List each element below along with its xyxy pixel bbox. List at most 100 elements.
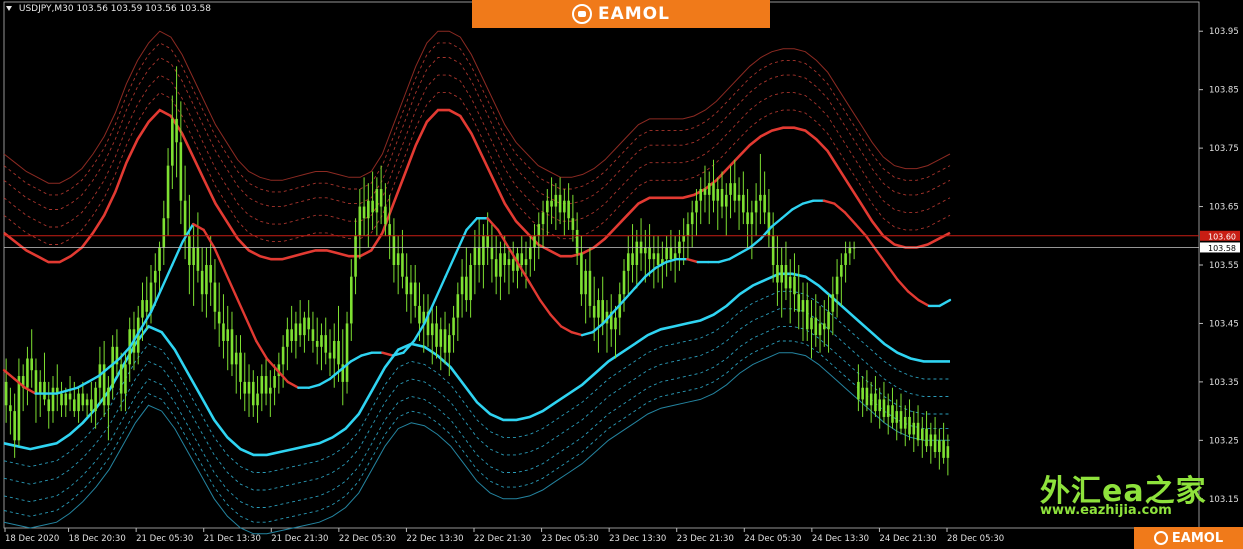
candle-body-183: [784, 265, 788, 289]
price-axis: 103.15 103.25 103.35 103.45 103.55 103.65 103.…: [1199, 27, 1240, 505]
candle-body-95: [409, 282, 413, 295]
candle-body-81: [349, 276, 353, 324]
candle-body-130: [558, 194, 562, 213]
candle-body-6: [30, 358, 33, 371]
candle-body-32: [141, 300, 144, 318]
candle-body-156: [669, 247, 673, 260]
candle-body-193: [827, 311, 830, 330]
candle-body-159: [682, 235, 685, 242]
symbol-label: USDJPY,M30: [18, 4, 74, 14]
y-tick-label-4: 103.55: [1209, 261, 1239, 271]
candle-body-25: [111, 346, 114, 388]
candle-body-208: [891, 405, 894, 423]
candle-body-180: [771, 235, 775, 265]
candle-body-197: [844, 253, 847, 265]
candle-body-93: [401, 253, 404, 277]
candle-body-54: [234, 352, 238, 365]
candle-body-124: [533, 235, 536, 248]
chart-plot-area: [3, 1, 1200, 529]
watermark-brand-badge: EAMOL: [1134, 527, 1243, 549]
x-tick-label-9: 23 Dec 13:30: [609, 534, 666, 544]
watermark-brand-text: EAMOL: [1171, 530, 1224, 546]
candle-body-213: [912, 422, 916, 435]
candle-body-155: [665, 247, 668, 260]
candle-body-82: [354, 235, 357, 277]
y-tick-label-1: 103.25: [1209, 436, 1239, 446]
candle-body-108: [465, 276, 468, 301]
candle-body-117: [503, 253, 506, 265]
candle-body-112: [482, 235, 485, 265]
candle-body-50: [217, 311, 221, 324]
candle-body-214: [916, 422, 920, 441]
candle-body-13: [60, 393, 63, 406]
eamol-banner[interactable]: EAMOL: [472, 0, 770, 28]
candle-body-126: [541, 212, 545, 225]
candle-body-212: [908, 416, 911, 435]
candle-body-143: [614, 317, 617, 330]
y-tick-label-5: 103.65: [1209, 203, 1239, 213]
candle-body-69: [298, 323, 302, 336]
candle-body-7: [34, 370, 38, 394]
plot-frame: [3, 1, 1200, 529]
candle-body-52: [226, 329, 230, 341]
candle-body-96: [413, 282, 417, 306]
candle-body-101: [435, 323, 438, 347]
candle-body-169: [724, 194, 728, 207]
x-tick-label-8: 23 Dec 05:30: [542, 534, 599, 544]
time-axis: 18 Dec 2020 18 Dec 20:30 21 Dec 05:30 21 De…: [4, 528, 1004, 544]
candle-body-136: [584, 270, 587, 295]
candle-body-2: [13, 411, 16, 441]
candle-body-127: [546, 200, 549, 213]
candle-body-131: [563, 200, 566, 213]
candle-body-195: [835, 276, 839, 295]
candle-body-203: [869, 393, 873, 406]
candle-body-125: [537, 224, 541, 236]
candle-body-113: [486, 235, 489, 248]
candle-body-48: [209, 265, 212, 283]
candle-body-75: [324, 335, 328, 353]
x-tick-label-7: 22 Dec 21:30: [474, 534, 531, 544]
candle-body-220: [942, 440, 945, 458]
candle-body-40: [175, 118, 178, 143]
candle-body-20: [90, 399, 93, 412]
candle-body-148: [635, 241, 639, 265]
candle-body-103: [443, 329, 447, 353]
candle-body-24: [107, 387, 110, 406]
candle-body-80: [345, 323, 349, 382]
candle-body-97: [418, 305, 421, 324]
candle-body-37: [162, 218, 166, 248]
candle-body-184: [788, 276, 792, 289]
x-tick-label-2: 21 Dec 05:30: [136, 534, 193, 544]
candle-body-198: [848, 247, 852, 254]
candle-body-70: [303, 317, 306, 336]
candle-body-188: [805, 300, 809, 330]
candle-body-132: [567, 200, 570, 219]
candle-body-140: [601, 300, 605, 324]
candle-body-200: [857, 381, 860, 400]
candle-body-123: [528, 247, 532, 260]
candle-body-185: [793, 276, 796, 295]
candle-body-33: [145, 300, 149, 312]
candle-body-68: [294, 323, 298, 341]
x-tick-label-5: 22 Dec 05:30: [339, 534, 396, 544]
candle-body-177: [759, 194, 762, 201]
candle-body-63: [273, 376, 276, 388]
candle-body-104: [448, 335, 451, 353]
candle-body-170: [729, 183, 732, 195]
dropdown-triangle-icon[interactable]: [6, 6, 12, 11]
watermark-url: www.eazhijia.com: [1040, 503, 1172, 518]
candle-body-118: [507, 259, 511, 265]
candle-body-62: [269, 387, 272, 394]
x-tick-label-14: 28 Dec 05:30: [947, 534, 1004, 544]
candle-body-173: [742, 194, 745, 213]
candle-body-106: [456, 294, 460, 318]
candle-body-153: [656, 253, 660, 265]
candle-body-51: [222, 323, 225, 341]
candle-body-74: [320, 335, 323, 347]
candle-body-196: [840, 265, 843, 277]
candle-body-216: [925, 428, 928, 447]
candle-body-190: [814, 317, 818, 336]
candle-body-122: [524, 259, 528, 265]
banner-brand-text: EAMOL: [598, 4, 670, 24]
candle-body-160: [686, 224, 690, 236]
